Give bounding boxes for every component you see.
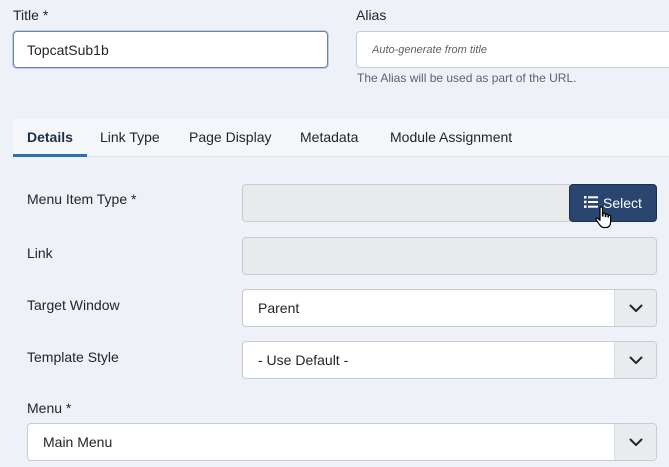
menu-item-type-label: Menu Item Type * xyxy=(27,191,137,207)
menu-value: Main Menu xyxy=(43,434,113,450)
tab-page-display[interactable]: Page Display xyxy=(189,119,272,157)
template-style-label: Template Style xyxy=(27,349,119,365)
title-label: Title * xyxy=(13,7,49,23)
alias-input[interactable] xyxy=(356,31,669,68)
alias-hint: The Alias will be used as part of the UR… xyxy=(357,71,577,85)
menu-label: Menu * xyxy=(27,400,72,416)
tab-metadata[interactable]: Metadata xyxy=(300,119,358,157)
target-window-label: Target Window xyxy=(27,297,120,313)
target-window-value: Parent xyxy=(258,300,300,316)
chevron-down-icon xyxy=(614,290,656,326)
template-style-select[interactable]: - Use Default - xyxy=(242,341,657,379)
menu-select[interactable]: Main Menu xyxy=(27,423,657,461)
target-window-select[interactable]: Parent xyxy=(242,289,657,327)
link-field xyxy=(242,237,657,275)
chevron-down-icon xyxy=(614,342,656,378)
tab-link-type[interactable]: Link Type xyxy=(100,119,160,157)
chevron-down-icon xyxy=(614,424,656,460)
hand-cursor-icon xyxy=(594,205,614,236)
tab-module-assignment[interactable]: Module Assignment xyxy=(390,119,512,157)
menu-item-type-field xyxy=(242,184,572,222)
tab-details[interactable]: Details xyxy=(13,119,87,157)
link-label: Link xyxy=(27,245,53,261)
title-input[interactable] xyxy=(13,31,328,68)
tab-bar: Details Link Type Page Display Metadata … xyxy=(13,119,669,157)
template-style-value: - Use Default - xyxy=(258,352,349,368)
alias-label: Alias xyxy=(356,7,387,23)
